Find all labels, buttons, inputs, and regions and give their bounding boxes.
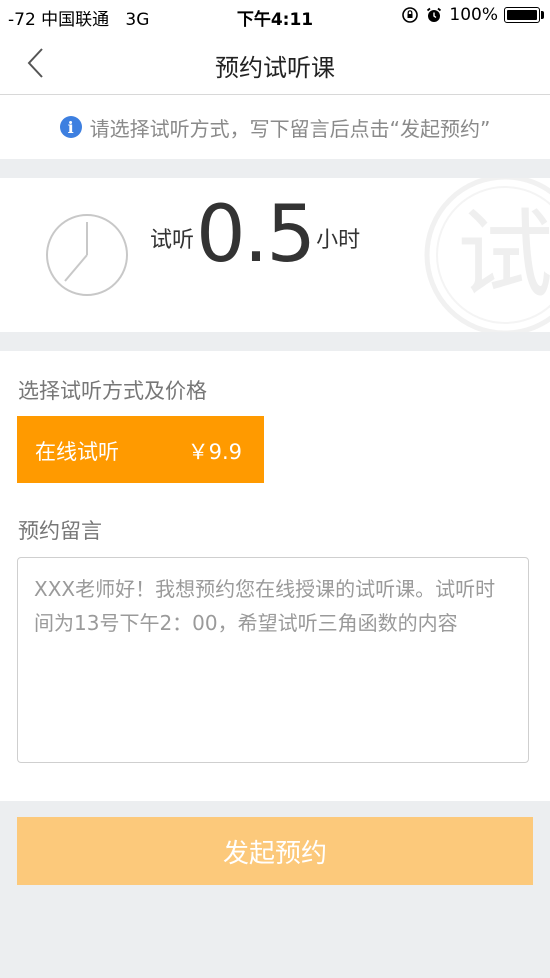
submit-booking-button[interactable]: 发起预约 bbox=[17, 817, 533, 885]
status-bar: -72 中国联通 3G 下午4:11 100% bbox=[0, 0, 550, 32]
nav-bar: 预约试听课 bbox=[0, 32, 550, 95]
message-placeholder: XXX老师好！我想预约您在线授课的试听课。试听时间为13号下午2：00，希望试听… bbox=[34, 577, 496, 635]
mode-section-label: 选择试听方式及价格 bbox=[18, 379, 207, 403]
rotation-lock-icon bbox=[402, 7, 419, 23]
status-right: 100% bbox=[401, 5, 544, 25]
clock-icon bbox=[46, 214, 128, 296]
duration-prefix: 试听 bbox=[150, 228, 195, 253]
hint-text: 请选择试听方式，写下留言后点击“发起预约” bbox=[89, 116, 491, 141]
battery-icon bbox=[504, 7, 544, 23]
watermark-seal: 试 bbox=[424, 178, 550, 332]
instruction-hint: i 请选择试听方式，写下留言后点击“发起预约” bbox=[0, 95, 550, 159]
booking-form: 选择试听方式及价格 在线试听 ￥9.9 预约留言 XXX老师好！我想预约您在线授… bbox=[0, 351, 550, 801]
message-section-label: 预约留言 bbox=[18, 519, 102, 543]
info-icon: i bbox=[59, 116, 82, 138]
duration-display: 试听 0.5 小时 bbox=[150, 196, 360, 274]
duration-value: 0.5 bbox=[196, 190, 316, 280]
duration-unit: 小时 bbox=[316, 228, 361, 253]
option-online-trial[interactable]: 在线试听 ￥9.9 bbox=[17, 416, 264, 483]
battery-percent: 100% bbox=[449, 5, 498, 25]
alarm-icon bbox=[427, 7, 442, 22]
option-name: 在线试听 bbox=[35, 440, 119, 464]
page-title: 预约试听课 bbox=[215, 54, 335, 82]
option-price: ￥9.9 bbox=[187, 440, 242, 464]
battery-fill bbox=[507, 10, 537, 20]
submit-label: 发起预约 bbox=[222, 838, 327, 869]
watermark-char: 试 bbox=[457, 199, 550, 311]
duration-card: 试听 0.5 小时 试 bbox=[0, 178, 550, 332]
message-textarea[interactable]: XXX老师好！我想预约您在线授课的试听课。试听时间为13号下午2：00，希望试听… bbox=[17, 557, 529, 763]
